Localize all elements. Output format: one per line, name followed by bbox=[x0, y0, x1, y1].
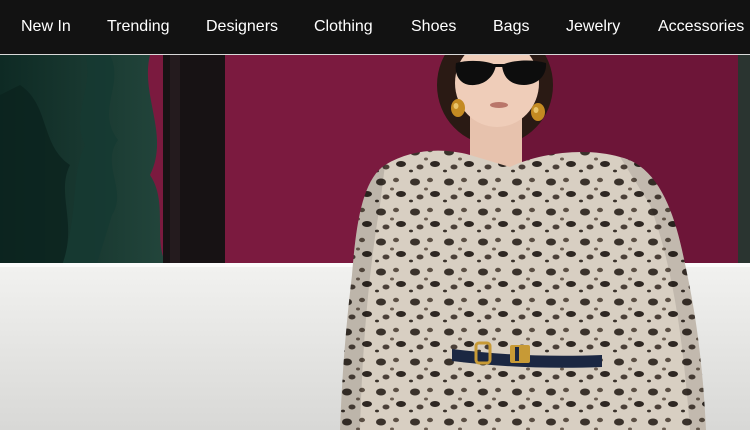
nav-item-accessories[interactable]: Accessories bbox=[658, 17, 744, 37]
nav-item-bags[interactable]: Bags bbox=[493, 17, 529, 37]
nav-item-jewelry[interactable]: Jewelry bbox=[566, 17, 620, 37]
nav-item-shoes[interactable]: Shoes bbox=[411, 17, 456, 37]
hero-banner[interactable] bbox=[0, 55, 750, 430]
main-navigation: New In Trending Designers Clothing Shoes… bbox=[0, 0, 750, 55]
nav-item-designers[interactable]: Designers bbox=[206, 17, 278, 37]
nav-item-new-in[interactable]: New In bbox=[21, 17, 71, 37]
hero-image bbox=[0, 55, 750, 430]
nav-item-clothing[interactable]: Clothing bbox=[314, 17, 373, 37]
nav-item-trending[interactable]: Trending bbox=[107, 17, 170, 37]
